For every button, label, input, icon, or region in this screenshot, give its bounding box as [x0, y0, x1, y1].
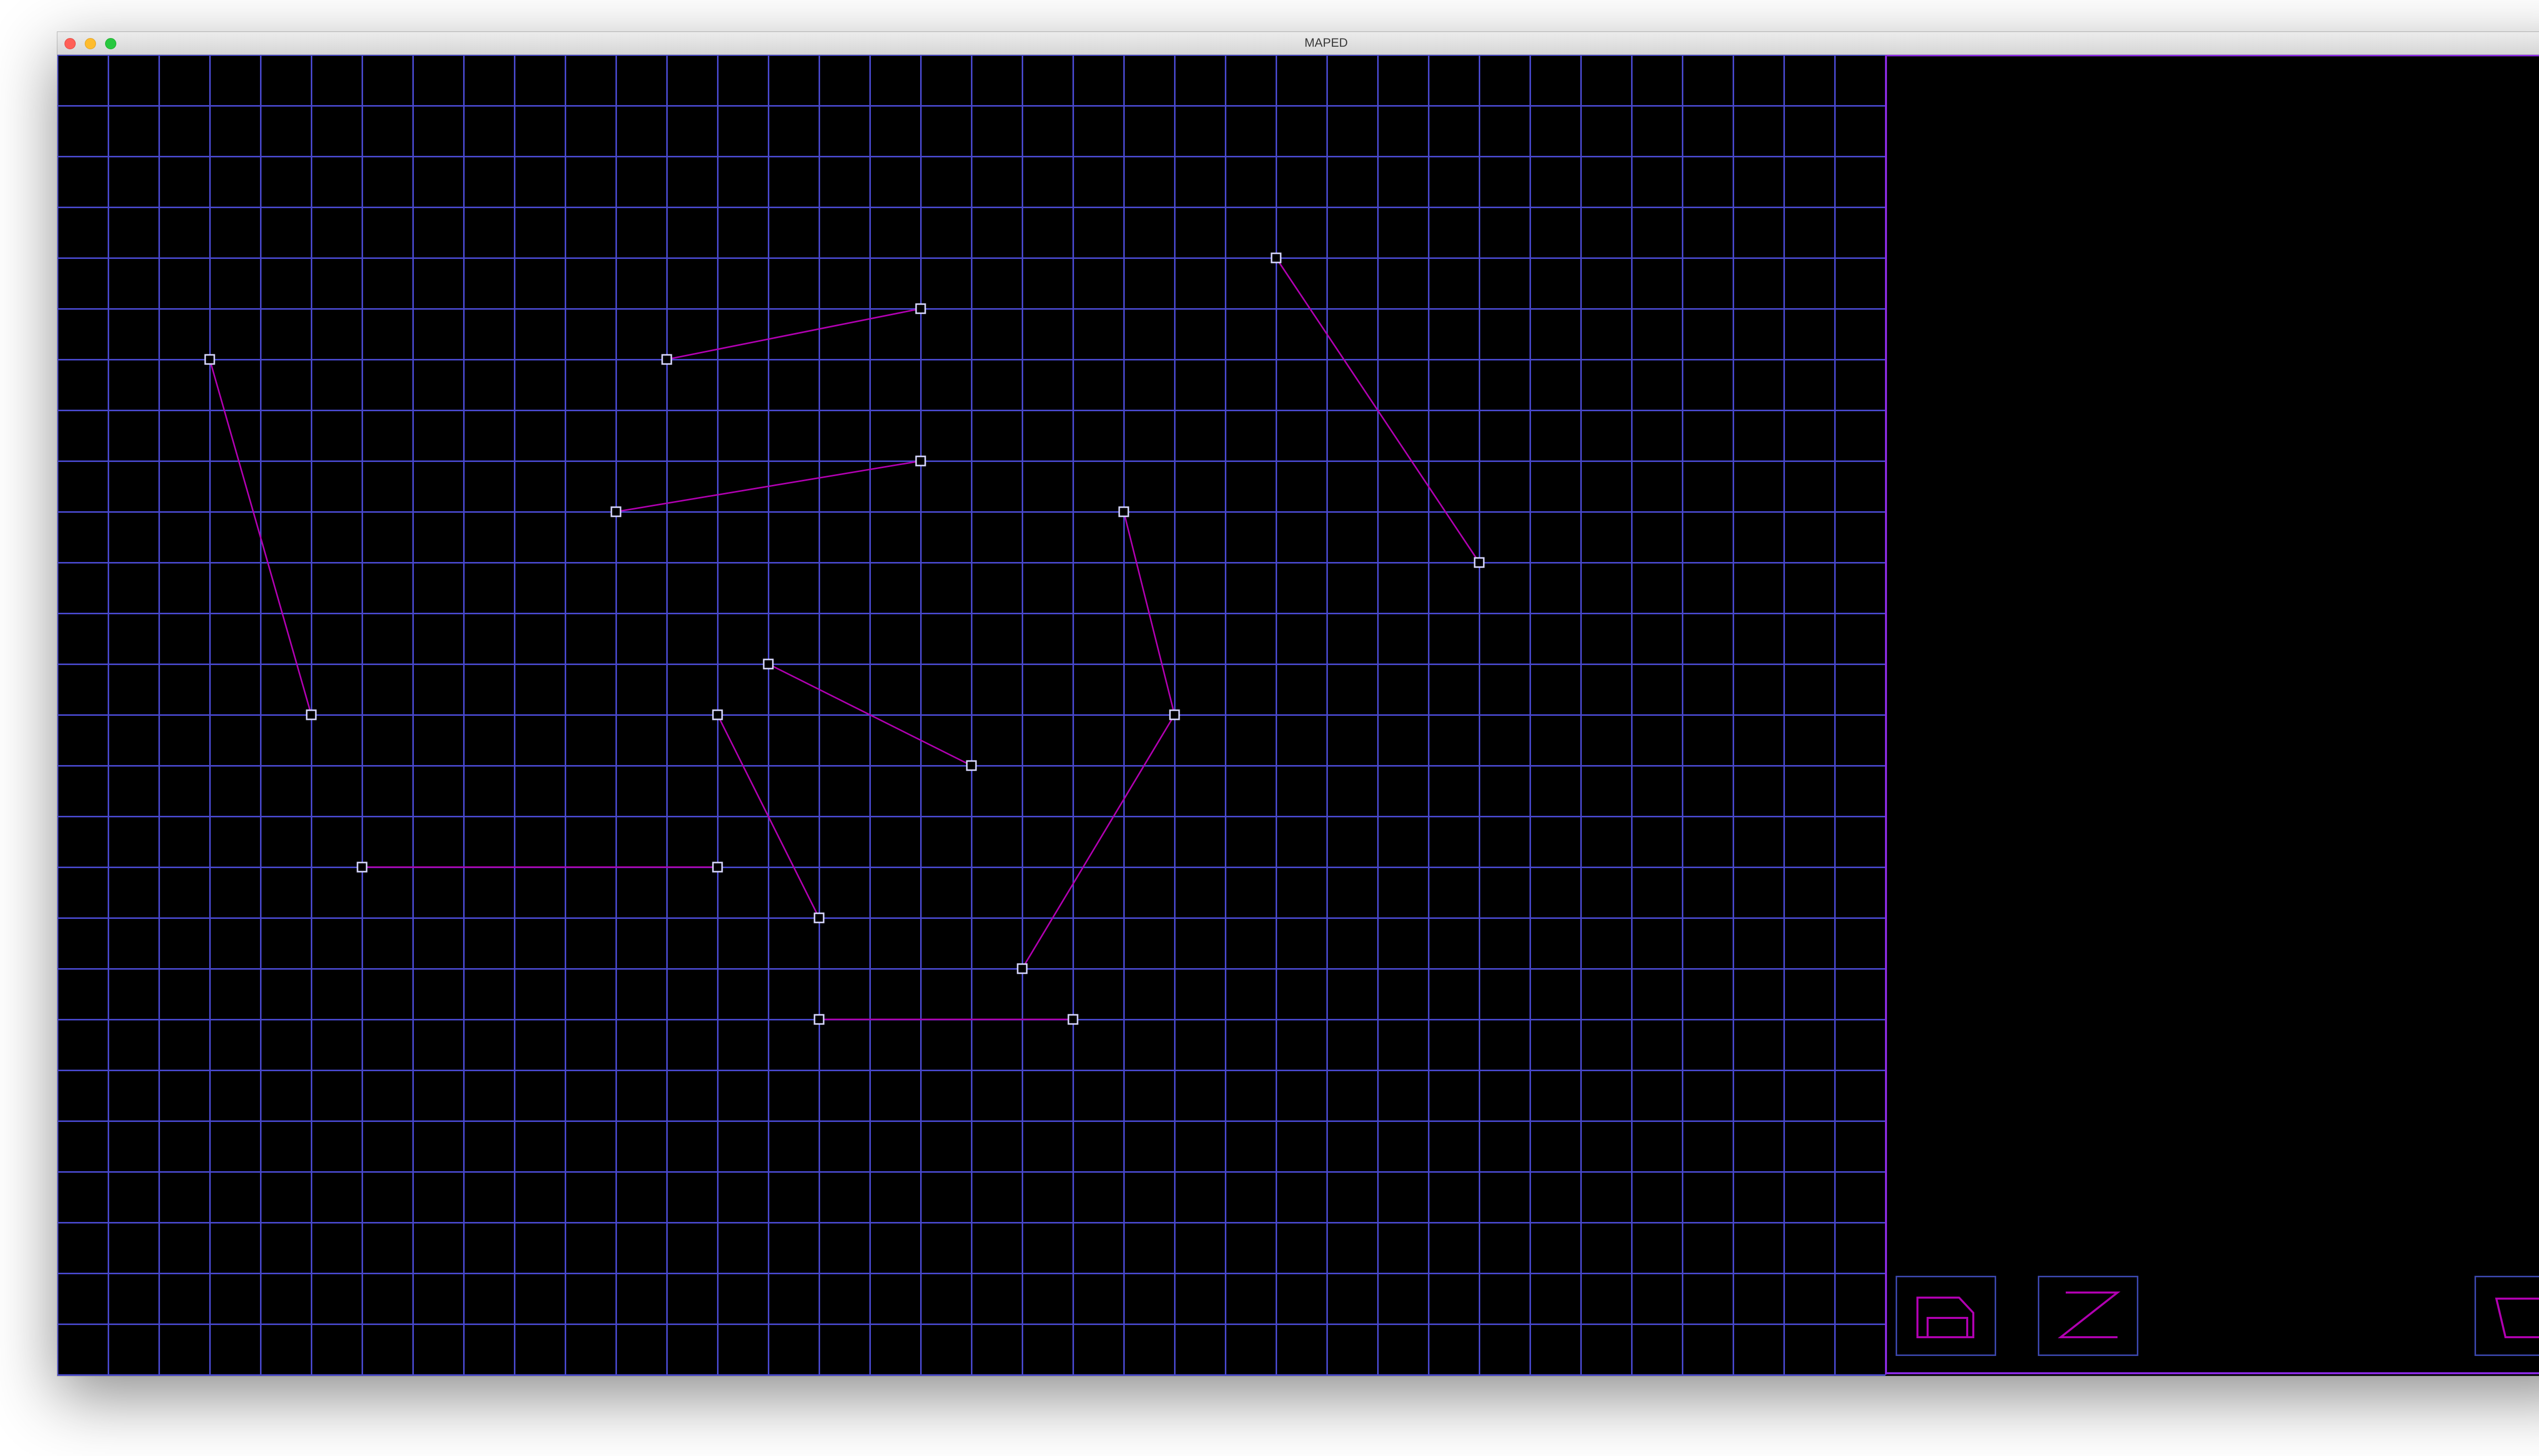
map-vertex-handle[interactable] — [610, 506, 622, 517]
app-window: MAPED — [57, 32, 2539, 1376]
z-line-icon — [2058, 1292, 2121, 1338]
window-title: MAPED — [1304, 36, 1348, 50]
sector-tool-button[interactable] — [1896, 1276, 1996, 1356]
map-grid-canvas[interactable] — [57, 55, 2539, 1376]
map-vertex-handle[interactable] — [356, 862, 368, 873]
sector-shape-icon — [1916, 1297, 1974, 1338]
map-vertex-handle[interactable] — [915, 455, 926, 467]
map-line-segment — [1021, 714, 1176, 969]
map-vertex-handle[interactable] — [1017, 963, 1028, 974]
map-line-segment — [666, 308, 921, 360]
map-vertex-handle[interactable] — [763, 658, 774, 670]
map-vertex-handle[interactable] — [1067, 1014, 1079, 1025]
side-panel-frame — [1885, 55, 2539, 1374]
map-vertex-handle[interactable] — [204, 354, 215, 365]
map-vertex-handle[interactable] — [1271, 252, 1282, 263]
map-vertex-handle[interactable] — [915, 303, 926, 314]
map-vertex-handle[interactable] — [712, 862, 723, 873]
map-vertex-handle[interactable] — [306, 709, 317, 720]
editor-content — [57, 55, 2539, 1376]
map-vertex-handle[interactable] — [966, 760, 977, 771]
map-vertex-handle[interactable] — [1169, 709, 1180, 720]
line-tool-button[interactable] — [2038, 1276, 2138, 1356]
map-vertex-handle[interactable] — [813, 912, 825, 923]
trapezoid-icon — [2495, 1298, 2539, 1338]
title-bar[interactable]: MAPED — [57, 32, 2539, 55]
map-vertex-handle[interactable] — [813, 1014, 825, 1025]
map-vertex-handle[interactable] — [1118, 506, 1129, 517]
map-vertex-handle[interactable] — [661, 354, 672, 365]
map-vertex-handle[interactable] — [712, 709, 723, 720]
map-vertex-handle[interactable] — [1474, 557, 1485, 568]
trapezoid-tool-button[interactable] — [2475, 1276, 2539, 1356]
